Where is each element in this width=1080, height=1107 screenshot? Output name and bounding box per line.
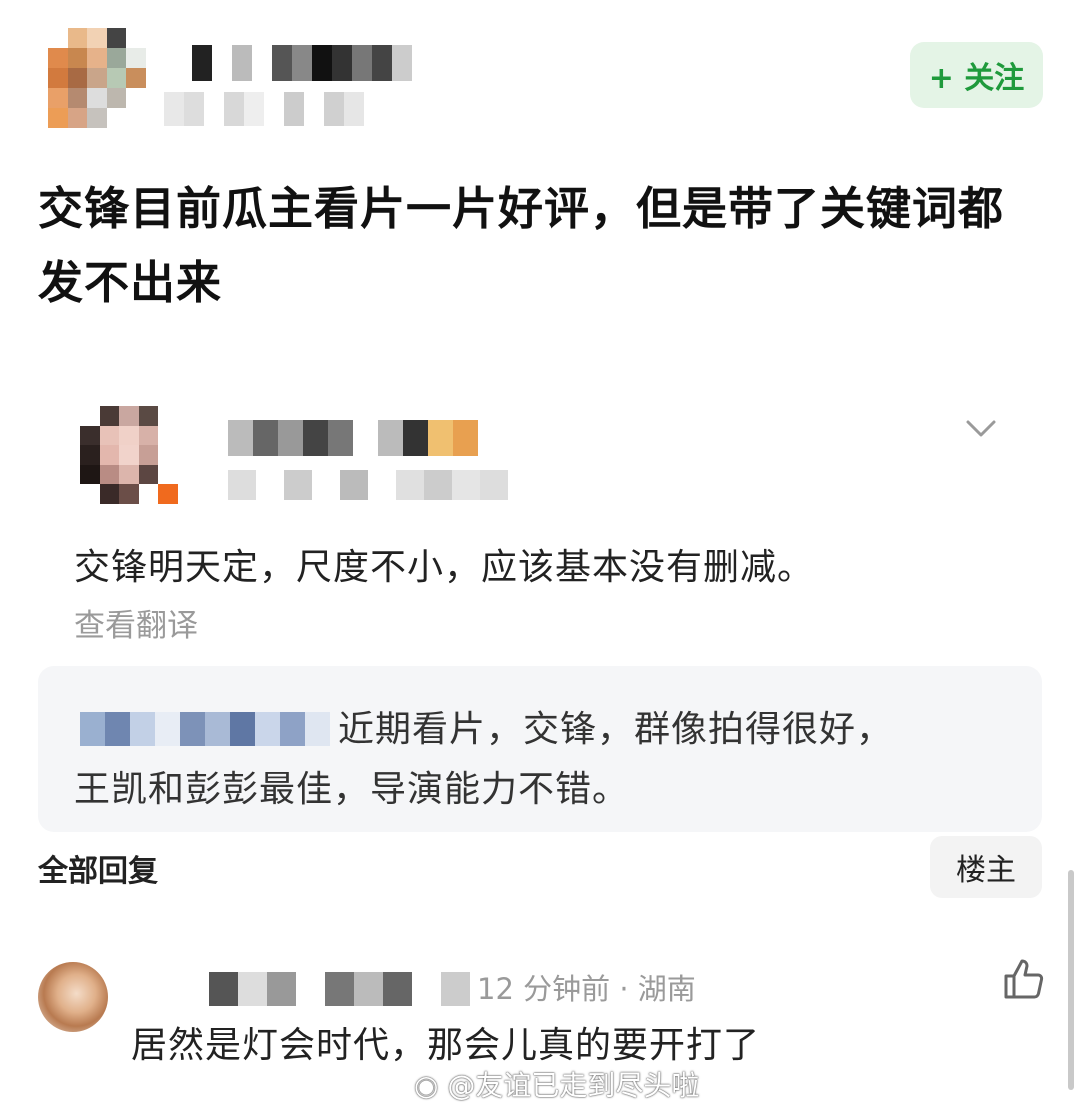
post-meta-blurred — [164, 92, 364, 126]
reply-meta-blurred — [228, 470, 508, 500]
commenter-name-blurred[interactable] — [180, 972, 470, 1006]
chevron-down-icon[interactable] — [963, 410, 999, 446]
thumbs-up-icon[interactable] — [1000, 955, 1048, 1003]
weibo-icon: ◉ — [414, 1069, 448, 1102]
follow-label: + 关注 — [928, 61, 1025, 96]
commenter-avatar[interactable] — [38, 962, 108, 1032]
op-filter-button[interactable]: 楼主 — [930, 836, 1042, 898]
reply-avatar[interactable] — [80, 406, 178, 504]
comment-text: 居然是灯会时代，那会儿真的要开打了 — [131, 1025, 761, 1066]
follow-button[interactable]: + 关注 — [910, 42, 1043, 108]
scrollbar[interactable] — [1068, 870, 1074, 1090]
quoted-text-line-2: 王凯和彭彭最佳，导演能力不错。 — [74, 769, 630, 810]
weibo-watermark: ◉ @友谊已走到尽头啦 — [414, 1064, 699, 1104]
watermark-text: @友谊已走到尽头啦 — [447, 1069, 700, 1102]
quoted-text-line-1: 近期看片，交锋，群像拍得很好， — [338, 709, 894, 750]
reply-author-name-blurred[interactable] — [228, 420, 478, 456]
reply-text: 交锋明天定，尺度不小，应该基本没有删减。 — [74, 547, 815, 588]
author-name-blurred[interactable] — [192, 45, 412, 81]
all-replies-label: 全部回复 — [38, 854, 158, 889]
op-filter-label: 楼主 — [956, 853, 1016, 888]
post-title: 交锋目前瓜主看片一片好评，但是带了关键词都发不出来 — [38, 182, 1005, 309]
comment-meta: 12 分钟前 · 湖南 — [477, 972, 696, 1006]
quoted-author-blurred[interactable] — [80, 712, 330, 746]
author-avatar[interactable] — [48, 28, 146, 128]
translate-link[interactable]: 查看翻译 — [74, 600, 198, 645]
